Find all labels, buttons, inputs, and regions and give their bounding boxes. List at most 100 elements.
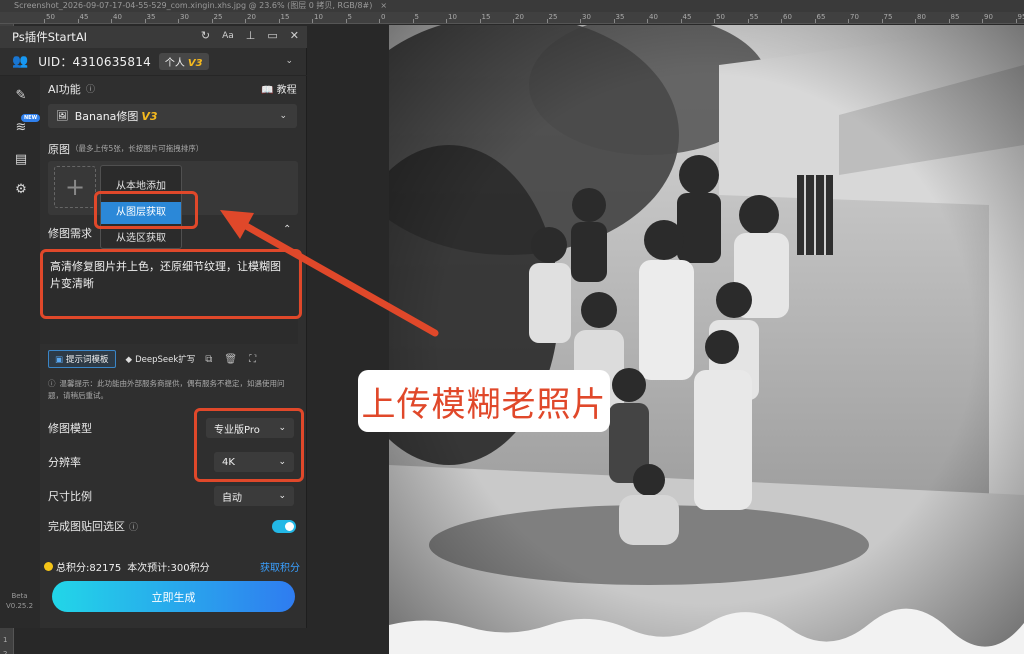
prompt-template-button[interactable]: ▣ 提示词模板 xyxy=(48,350,116,368)
ruler-top-number: 25 xyxy=(213,13,223,21)
ruler-top-number: 20 xyxy=(515,13,524,21)
ruler-tick xyxy=(680,19,682,23)
ruler-tick xyxy=(881,19,883,23)
document-tab-close-button[interactable]: × xyxy=(380,0,387,12)
ruler-top-number: 80 xyxy=(917,13,926,21)
ruler-top-number: 70 xyxy=(850,13,859,21)
uid-label: UID：4310635814 xyxy=(38,55,151,69)
add-image-button[interactable]: + xyxy=(54,166,96,208)
refresh-icon[interactable]: ↻ xyxy=(201,29,210,43)
ruler-top-number: 90 xyxy=(984,13,993,21)
horizontal-ruler: 50 45 40 35 30 25 20 15 10 5 0 5 10 15 20 25 30 35 40 45 50 5… xyxy=(0,12,1024,24)
menu-item-selection[interactable]: 从选区获取 xyxy=(101,228,181,250)
template-icon: ▣ xyxy=(55,355,64,365)
deepseek-expand-button[interactable]: ◆ DeepSeek扩写 xyxy=(126,353,196,365)
ruler-top-number: 15 xyxy=(481,13,491,21)
ruler-tick xyxy=(44,19,45,23)
ruler-left-number: 1 xyxy=(3,636,8,644)
ruler-top-number: 65 xyxy=(816,13,826,21)
ruler-tick xyxy=(580,19,581,23)
ruler-tick xyxy=(77,19,79,23)
ruler-tick xyxy=(312,19,313,23)
ruler-tick xyxy=(848,19,849,23)
info-icon[interactable]: ⓘ xyxy=(86,82,95,95)
document-tab-title: Screenshot_2026-09-07-17-04-55-529_com.x… xyxy=(14,1,373,10)
layers-icon[interactable]: ≋ xyxy=(12,120,30,138)
tier-badge: 个人 V3 xyxy=(158,53,209,70)
fullscreen-icon[interactable]: ⛶ xyxy=(249,354,256,365)
image-icon: 🖼 xyxy=(56,110,69,122)
ruler-top-number: 50 xyxy=(716,13,725,21)
font-size-icon[interactable]: Aa xyxy=(222,29,234,43)
ruler-tick xyxy=(412,19,414,23)
points-row: 总积分:82175 本次预计:300积分 获取积分 xyxy=(40,556,302,576)
ruler-tick xyxy=(111,19,112,23)
gear-icon[interactable]: ⚙ xyxy=(12,182,30,200)
ruler-left-number: 2 xyxy=(3,650,8,654)
ai-function-select[interactable]: 🖼 Banana修图 V3 ⌄ xyxy=(48,104,297,128)
paste-label: 完成图贴回选区 xyxy=(48,520,125,533)
original-hint: （最多上传5张，长按图片可拖拽排序） xyxy=(71,144,204,153)
ruler-top-number: 0 xyxy=(381,13,386,21)
ruler-tick xyxy=(345,19,347,23)
panel-header: Ps插件StartAI ↻ Aa ⊥ ▭ ✕ xyxy=(0,26,307,48)
ruler-tick xyxy=(613,19,615,23)
history-icon[interactable]: ⧉ xyxy=(205,354,212,365)
paste-row: 完成图贴回选区 ⓘ xyxy=(48,515,298,537)
ruler-tick xyxy=(479,19,481,23)
edit-icon[interactable]: ✎ xyxy=(12,88,30,106)
annotation-box-settings xyxy=(194,408,304,482)
ruler-top-number: 15 xyxy=(280,13,290,21)
ai-function-label: AI功能 xyxy=(48,83,81,96)
info-icon: ⓘ xyxy=(48,379,56,388)
new-badge: NEW xyxy=(21,114,41,122)
ruler-top-number: 35 xyxy=(146,13,156,21)
ruler-tick xyxy=(781,19,782,23)
ratio-select[interactable]: 自动 ⌄ xyxy=(214,486,294,506)
pin-icon[interactable]: ⊥ xyxy=(246,29,256,43)
ruler-tick xyxy=(714,19,715,23)
ruler-top-number: 35 xyxy=(615,13,625,21)
ruler-tick xyxy=(245,19,246,23)
info-icon[interactable]: ⓘ xyxy=(129,520,138,533)
prompt-toolbar: ▣ 提示词模板 ◆ DeepSeek扩写 ⧉ 🗑 ⛶ xyxy=(48,348,298,370)
panel-title: Ps插件StartAI xyxy=(12,30,88,44)
model-label: 修图模型 xyxy=(48,422,92,435)
ruler-tick xyxy=(178,19,179,23)
ruler-top-number: 10 xyxy=(314,13,323,21)
get-points-link[interactable]: 获取积分 xyxy=(260,559,300,574)
paste-toggle[interactable] xyxy=(272,519,296,533)
ruler-tick xyxy=(278,19,280,23)
ruler-top-number: 30 xyxy=(582,13,591,21)
minimize-icon[interactable]: ▭ xyxy=(267,29,277,43)
ruler-tick xyxy=(513,19,514,23)
ruler-top-number: 45 xyxy=(682,13,692,21)
original-label: 原图 xyxy=(48,143,70,156)
ruler-top-number: 20 xyxy=(247,13,256,21)
ruler-tick xyxy=(379,19,380,23)
ruler-tick xyxy=(747,19,749,23)
ruler-tick xyxy=(1015,19,1017,23)
ruler-tick xyxy=(948,19,950,23)
ruler-top-number: 60 xyxy=(783,13,792,21)
document-tab[interactable]: Screenshot_2026-09-07-17-04-55-529_com.x… xyxy=(0,0,1024,12)
left-sidebar: ✎ ≋ NEW ▤ ⚙ xyxy=(0,76,41,628)
tutorial-link[interactable]: 📖 教程 xyxy=(261,81,297,96)
close-icon[interactable]: ✕ xyxy=(290,29,299,43)
ruler-top-number: 95 xyxy=(1017,13,1024,21)
ruler-top-number: 85 xyxy=(950,13,960,21)
ruler-top-number: 25 xyxy=(548,13,558,21)
chevron-down-icon[interactable]: ⌄ xyxy=(285,56,293,66)
ruler-top-number: 40 xyxy=(113,13,122,21)
ruler-tick xyxy=(144,19,146,23)
generate-button[interactable]: 立即生成 xyxy=(52,581,295,612)
ruler-top-number: 75 xyxy=(883,13,893,21)
whale-icon: ◆ xyxy=(125,355,133,365)
user-row[interactable]: 👥 UID：4310635814 个人 V3 ⌄ xyxy=(0,48,307,76)
document-icon[interactable]: ▤ xyxy=(12,152,30,170)
ruler-tick xyxy=(546,19,548,23)
ruler-tick xyxy=(814,19,816,23)
annotation-box-layer xyxy=(94,191,198,229)
trash-icon[interactable]: 🗑 xyxy=(224,354,237,365)
total-points: 总积分:82175 xyxy=(56,562,122,574)
